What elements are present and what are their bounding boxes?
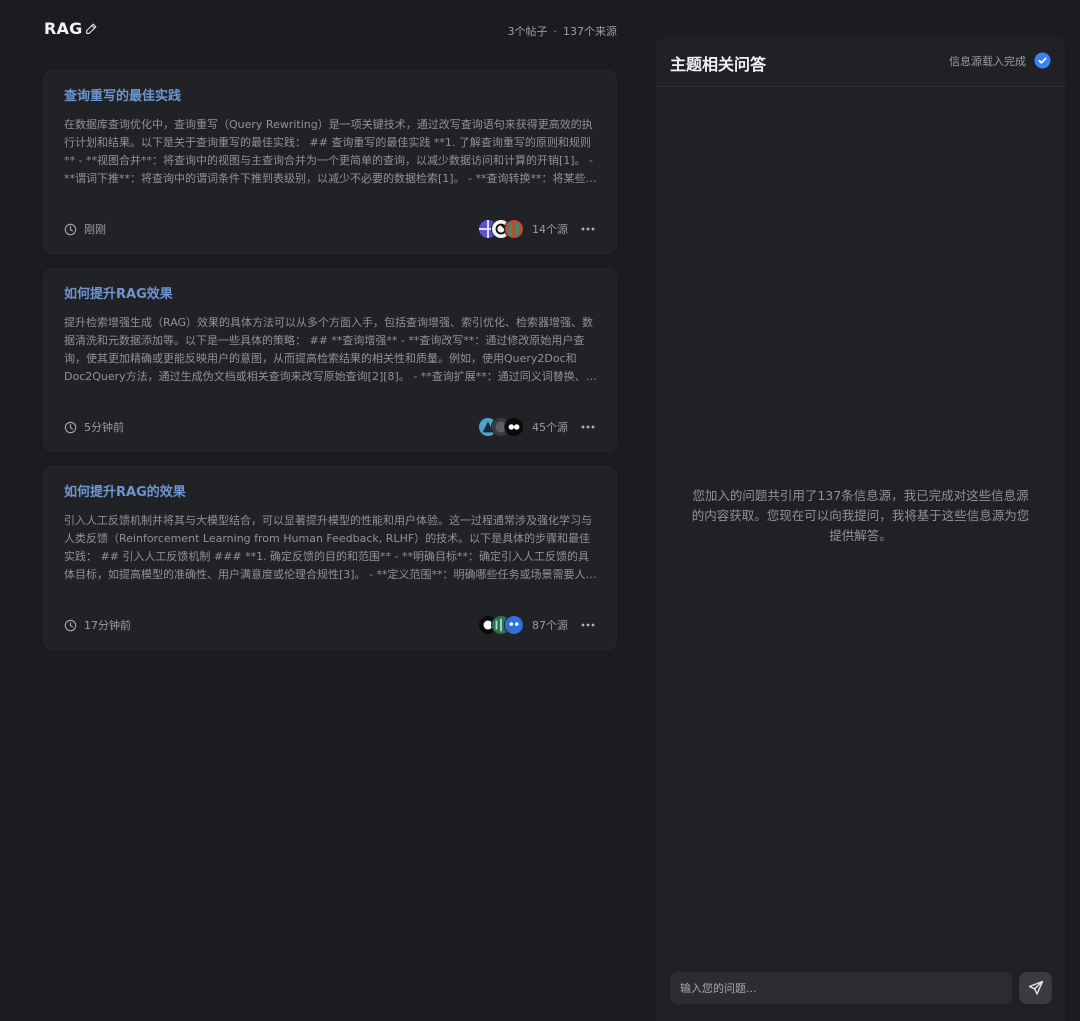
post-excerpt: 提升检索增强生成（RAG）效果的具体方法可以从多个方面入手，包括查询增强、索引优… (64, 316, 597, 383)
qa-intro-message: 您加入的问题共引用了137条信息源，我已完成对这些信息源的内容获取。您现在可以向… (691, 488, 1030, 543)
qa-panel-title: 主题相关问答 (670, 55, 767, 74)
source-count: 14个源 (532, 223, 568, 236)
post-sources[interactable]: 14个源 (478, 219, 596, 239)
qa-panel-header: 主题相关问答 信息源载入完成 (656, 37, 1065, 87)
post-time-text: 5分钟前 (84, 421, 124, 434)
source-avatars (478, 219, 526, 239)
load-status: 信息源载入完成 (949, 52, 1051, 69)
post-time: 5分钟前 (64, 419, 124, 435)
source-avatars (478, 417, 526, 437)
send-button[interactable] (1019, 972, 1052, 1004)
post-card[interactable]: 如何提升RAG的效果 引入人工反馈机制并将其与大模型结合，可以显著提升模型的性能… (43, 466, 617, 650)
question-input-row (670, 972, 1052, 1004)
more-icon[interactable] (580, 221, 596, 237)
edit-icon[interactable] (84, 22, 98, 36)
post-footer: 17分钟前 87个源 (64, 615, 596, 635)
post-title[interactable]: 如何提升RAG的效果 (64, 481, 186, 500)
post-footer: 5分钟前 45个源 (64, 417, 596, 437)
post-time: 17分钟前 (64, 617, 131, 633)
source-avatar (504, 417, 524, 437)
topic-header: RAG 3个帖子 · 137个来源 (43, 18, 617, 42)
topic-source-count: 137个来源 (563, 25, 617, 38)
meta-separator: · (553, 25, 558, 38)
post-time-text: 刚刚 (84, 223, 106, 236)
clock-icon (64, 421, 77, 433)
post-title[interactable]: 如何提升RAG效果 (64, 283, 173, 302)
source-count: 45个源 (532, 421, 568, 434)
page: RAG 3个帖子 · 137个来源 查询重写的最佳实践 在数据库查询优化中，查询重写… (0, 0, 1080, 1021)
topic-title: RAG (44, 19, 83, 38)
question-input[interactable] (670, 972, 1012, 1004)
post-title[interactable]: 查询重写的最佳实践 (64, 85, 181, 104)
post-excerpt: 引入人工反馈机制并将其与大模型结合，可以显著提升模型的性能和用户体验。这一过程通… (64, 514, 597, 581)
post-time: 刚刚 (64, 221, 106, 237)
send-icon (1028, 980, 1043, 995)
clock-icon (64, 223, 77, 235)
post-sources[interactable]: 45个源 (478, 417, 596, 437)
post-time-text: 17分钟前 (84, 619, 131, 632)
post-sources[interactable]: 87个源 (478, 615, 596, 635)
post-footer: 刚刚 14个源 (64, 219, 596, 239)
qa-panel: 主题相关问答 信息源载入完成 您加入的问题共引用了137条信息源，我已完成对这些… (656, 37, 1065, 1021)
source-avatars (478, 615, 526, 635)
load-status-text: 信息源载入完成 (949, 54, 1026, 68)
post-card[interactable]: 查询重写的最佳实践 在数据库查询优化中，查询重写（Query Rewriting… (43, 70, 617, 254)
source-avatar (504, 615, 524, 635)
more-icon[interactable] (580, 617, 596, 633)
topic-meta: 3个帖子 · 137个来源 (508, 23, 618, 39)
source-count: 87个源 (532, 619, 568, 632)
source-avatar (504, 219, 524, 239)
post-card[interactable]: 如何提升RAG效果 提升检索增强生成（RAG）效果的具体方法可以从多个方面入手，… (43, 268, 617, 452)
more-icon[interactable] (580, 419, 596, 435)
check-circle-icon (1034, 52, 1051, 69)
clock-icon (64, 619, 77, 631)
post-excerpt: 在数据库查询优化中，查询重写（Query Rewriting）是一项关键技术，通… (64, 118, 597, 185)
post-count: 3个帖子 (507, 25, 548, 38)
